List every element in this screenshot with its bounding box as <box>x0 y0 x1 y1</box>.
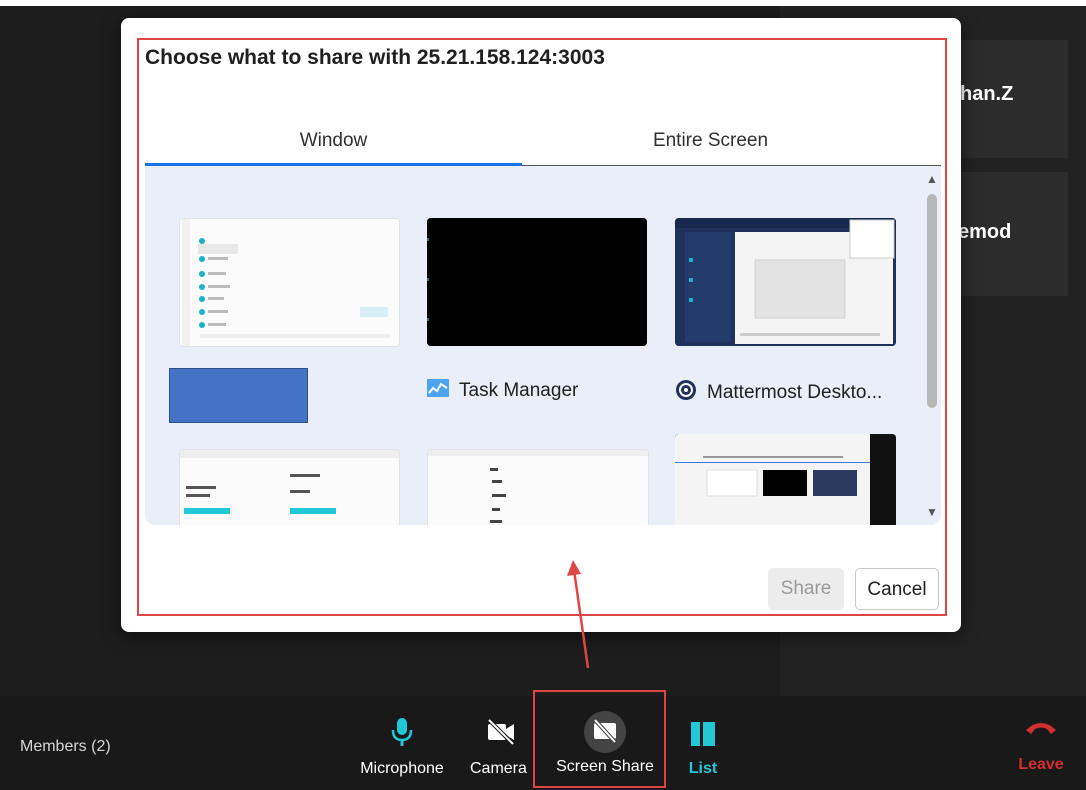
share-dialog: Choose what to share with 25.21.158.124:… <box>121 18 961 632</box>
window-label-text: Task Manager <box>459 380 579 401</box>
scroll-thumb[interactable] <box>927 194 937 408</box>
window-label-task-manager[interactable]: Task Manager <box>427 379 578 403</box>
list-icon <box>691 722 715 746</box>
microphone-icon <box>391 718 413 746</box>
scroll-down-arrow-icon[interactable]: ▼ <box>925 505 939 519</box>
thumbnail-preview <box>180 219 399 346</box>
camera-label: Camera <box>470 760 527 777</box>
tab-entire-screen[interactable]: Entire Screen <box>522 130 899 152</box>
leave-label: Leave <box>1018 756 1064 773</box>
cancel-button[interactable]: Cancel <box>855 568 939 610</box>
window-label-mattermost[interactable]: Mattermost Deskto... <box>675 379 882 407</box>
thumbnail-preview <box>428 450 648 525</box>
scroll-up-arrow-icon[interactable]: ▲ <box>925 172 939 186</box>
leave-button[interactable]: Leave <box>1016 718 1066 774</box>
microphone-button[interactable]: Microphone <box>352 716 452 778</box>
phone-hangup-icon <box>1026 723 1056 734</box>
members-button[interactable]: Members (2) <box>20 738 111 756</box>
share-dialog-highlight: Choose what to share with 25.21.158.124:… <box>137 38 947 616</box>
window-thumbnail[interactable] <box>427 449 649 525</box>
camera-button[interactable]: Camera <box>466 718 536 778</box>
microphone-label: Microphone <box>360 760 444 777</box>
thumbnail-preview <box>675 218 896 346</box>
list-button[interactable]: List <box>678 720 728 778</box>
mattermost-icon <box>675 379 697 407</box>
window-thumbnail[interactable] <box>427 218 647 346</box>
window-thumbnail-blank[interactable] <box>169 368 308 423</box>
annotation-arrow-icon <box>567 560 590 669</box>
share-button[interactable]: Share <box>768 568 844 610</box>
grid-scrollbar[interactable]: ▲ ▼ <box>923 166 941 525</box>
list-label: List <box>688 760 718 777</box>
window-thumbnail[interactable] <box>675 218 896 346</box>
bottom-toolbar: Members (2) Microphone Camera Screen Sha… <box>0 690 1086 790</box>
thumbnail-preview <box>427 218 647 346</box>
screen-share-button[interactable]: Screen Share <box>545 710 665 776</box>
participant-name: han.Z <box>960 83 1014 105</box>
screen-share-off-icon <box>584 711 626 753</box>
screen-share-label: Screen Share <box>556 758 654 775</box>
tab-window[interactable]: Window <box>145 130 522 152</box>
dialog-title: Choose what to share with 25.21.158.124:… <box>145 46 605 69</box>
window-label-text: Mattermost Deskto... <box>707 382 883 403</box>
camera-off-icon <box>487 718 515 746</box>
thumbnail-preview <box>675 434 896 525</box>
window-thumbnail[interactable] <box>675 434 896 525</box>
window-grid: Task Manager Mattermost Deskto... ▲ ▼ <box>145 166 941 525</box>
window-thumbnail[interactable] <box>179 449 400 525</box>
window-thumbnail[interactable] <box>179 218 400 347</box>
task-manager-icon <box>427 379 449 403</box>
participant-name: emod <box>958 221 1012 243</box>
thumbnail-preview <box>180 450 399 525</box>
